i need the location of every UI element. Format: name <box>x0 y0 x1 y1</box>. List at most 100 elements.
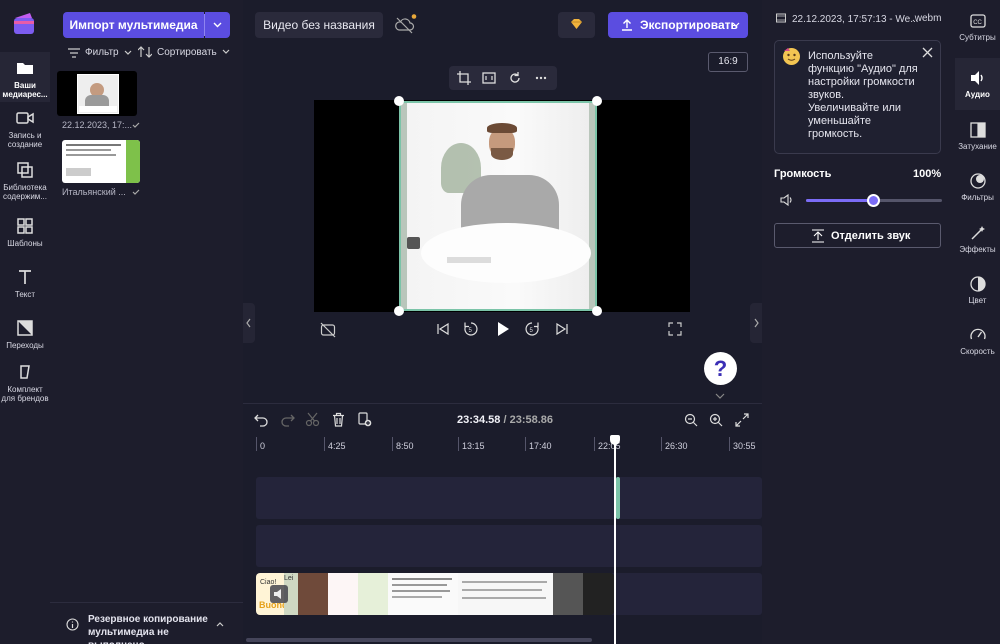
rail-label-templates: Шаблоны <box>7 239 43 248</box>
file-extension: .webm <box>912 13 942 24</box>
export-label: Экспортировать <box>640 18 738 32</box>
volume-slider-fill <box>806 199 874 202</box>
rail-item-your-media[interactable]: Ваши медиарес... <box>0 52 50 102</box>
rail-item-templates[interactable]: Шаблоны <box>0 216 50 252</box>
trash-icon[interactable] <box>331 412 346 427</box>
redo-icon[interactable] <box>280 412 295 427</box>
brand-kit-icon <box>15 362 35 382</box>
split-audio-label: Отделить звук <box>831 230 911 242</box>
upload-icon <box>622 19 632 31</box>
split-audio-button[interactable]: Отделить звук <box>774 223 941 248</box>
chevron-right-icon <box>754 318 759 328</box>
selected-video-clip[interactable] <box>399 101 597 311</box>
skip-back-icon[interactable] <box>436 322 450 336</box>
clip-mute-button[interactable] <box>270 585 288 603</box>
add-media-icon[interactable] <box>357 412 372 427</box>
chevron-left-icon <box>246 318 251 328</box>
zoom-in-icon[interactable] <box>709 413 723 427</box>
crop-icon[interactable] <box>457 71 471 85</box>
skip-forward-icon[interactable] <box>555 322 569 336</box>
help-button[interactable]: ? <box>704 352 737 385</box>
media-thumbnail-slide[interactable] <box>62 140 140 183</box>
resize-handle-bottom-left[interactable] <box>394 306 404 316</box>
rail-item-speed[interactable]: Скорость <box>955 326 1000 366</box>
total-time: 23:58.86 <box>509 414 554 426</box>
aspect-ratio-button[interactable]: 16:9 <box>708 52 748 72</box>
timeline-track-empty[interactable] <box>256 525 762 567</box>
tip-text: Используйте функцию "Аудио" для настройк… <box>808 50 918 140</box>
app-logo[interactable] <box>12 12 36 36</box>
media-thumbnail-video[interactable] <box>57 71 137 116</box>
rail-item-audio[interactable]: Аудио <box>955 58 1000 110</box>
backup-notice-text: Резервное копирование мультимедиа не вып… <box>88 614 208 644</box>
ruler-tick <box>729 437 730 451</box>
import-dropdown-button[interactable] <box>205 12 230 38</box>
speaker-icon[interactable] <box>779 193 795 207</box>
ruler-tick <box>525 437 526 451</box>
ruler-label: 0 <box>260 441 266 451</box>
timecode-display: 23:34.58 / 23:58.86 <box>440 414 570 426</box>
rotate-icon[interactable] <box>508 71 522 85</box>
fit-timeline-icon[interactable] <box>735 413 749 427</box>
volume-slider-thumb[interactable] <box>867 194 880 207</box>
zoom-out-icon[interactable] <box>684 413 698 427</box>
playhead-handle[interactable] <box>610 435 620 445</box>
ruler-label: 13:15 <box>462 441 485 451</box>
resize-handle-bottom-right[interactable] <box>592 306 602 316</box>
export-button[interactable]: Экспортировать <box>608 12 748 38</box>
playhead[interactable] <box>614 437 616 644</box>
ruler-tick <box>661 437 662 451</box>
close-icon[interactable] <box>922 47 933 58</box>
rail-item-fade[interactable]: Затухание <box>955 121 1000 161</box>
filter-button[interactable]: Фильтр <box>68 47 132 58</box>
fullscreen-icon[interactable] <box>668 322 682 336</box>
chevron-down-icon <box>222 49 230 54</box>
rail-item-color[interactable]: Цвет <box>955 275 1000 315</box>
scissors-icon[interactable] <box>305 412 320 427</box>
fit-icon[interactable] <box>482 71 496 85</box>
rewind-5s-icon[interactable]: 5 <box>463 321 479 337</box>
rail-item-content-library[interactable]: Библиотека содержим... <box>0 160 50 210</box>
backup-status-bar[interactable]: Резервное копирование мультимедиа не вып… <box>50 602 243 644</box>
rail-item-captions[interactable]: CC Субтитры <box>955 12 1000 52</box>
undo-icon[interactable] <box>254 412 269 427</box>
ruler-tick <box>256 437 257 451</box>
premium-button[interactable] <box>558 12 595 38</box>
resize-handle-top-left[interactable] <box>394 96 404 106</box>
chevron-down-icon <box>732 22 740 27</box>
captions-off-icon[interactable] <box>320 322 336 338</box>
rail-label-audio: Аудио <box>965 90 990 99</box>
rail-item-transitions[interactable]: Переходы <box>0 318 50 354</box>
resize-handle-top-right[interactable] <box>592 96 602 106</box>
clip-edit-toolbar <box>449 66 557 90</box>
split-audio-icon <box>812 229 824 243</box>
more-options-icon[interactable] <box>534 71 548 85</box>
collapse-left-panel-handle[interactable] <box>243 303 255 343</box>
project-title-input[interactable]: Видео без названия <box>255 12 383 38</box>
info-icon <box>66 618 79 631</box>
sort-button[interactable]: Сортировать <box>138 46 230 58</box>
rail-item-filters[interactable]: Фильтры <box>955 172 1000 212</box>
rail-item-effects[interactable]: Эффекты <box>955 224 1000 264</box>
color-icon <box>969 275 987 293</box>
play-icon[interactable] <box>494 320 512 338</box>
timeline-track-empty[interactable] <box>256 477 762 519</box>
rail-item-text[interactable]: Текст <box>0 267 50 303</box>
cloud-sync-off-button[interactable] <box>393 14 417 36</box>
templates-icon <box>15 216 35 236</box>
forward-5s-icon[interactable]: 5 <box>524 321 540 337</box>
rail-label-color: Цвет <box>968 296 987 305</box>
collapse-right-panel-handle[interactable] <box>750 303 762 343</box>
timeline-scrollbar[interactable] <box>246 638 592 642</box>
file-date: 22.12.2023, 17:57:13 - We... <box>792 14 919 25</box>
clip-marker[interactable] <box>616 477 620 519</box>
speaker-icon <box>969 69 987 87</box>
rail-label-brand-kit: Комплект для брендов <box>1 385 49 403</box>
rail-item-record-create[interactable]: Запись и создание <box>0 108 50 154</box>
import-media-button[interactable]: Импорт мультимедиа <box>63 12 204 38</box>
timeline-video-clip[interactable]: Ciao! Buondì Lei <box>256 573 614 615</box>
filters-icon <box>969 172 987 190</box>
filter-sort-row: Фильтр Сортировать <box>68 46 238 62</box>
rail-item-brand-kit[interactable]: Комплект для брендов <box>0 362 50 408</box>
chevron-down-icon[interactable] <box>714 392 726 400</box>
